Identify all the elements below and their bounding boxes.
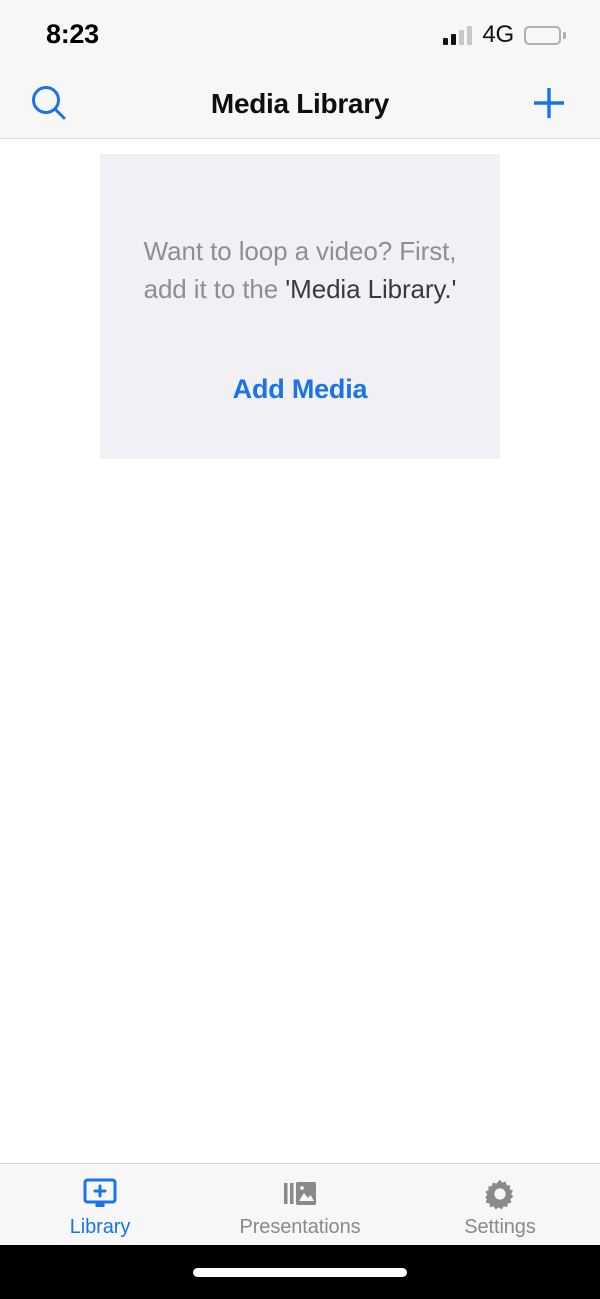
network-type-label: 4G — [482, 21, 514, 48]
tab-bar: Library Presentations Settings — [0, 1163, 600, 1245]
cellular-signal-icon — [443, 25, 473, 45]
tab-presentations-label: Presentations — [239, 1215, 361, 1238]
status-indicators: 4G — [443, 23, 566, 47]
add-button[interactable] — [504, 70, 594, 139]
tab-presentations[interactable]: Presentations — [200, 1164, 400, 1245]
tab-settings[interactable]: Settings — [400, 1164, 600, 1245]
phone-screen: 8:23 4G Media Library Want to loop a vid… — [0, 0, 600, 1299]
empty-state-card: Want to loop a video? First, add it to t… — [100, 154, 500, 459]
home-indicator[interactable] — [193, 1267, 407, 1277]
tab-library-label: Library — [69, 1215, 131, 1238]
monitor-plus-icon — [83, 1177, 117, 1211]
search-button[interactable] — [4, 70, 94, 139]
navigation-bar: Media Library — [0, 70, 600, 139]
add-media-button[interactable]: Add Media — [233, 374, 368, 405]
empty-state-message: Want to loop a video? First, add it to t… — [120, 232, 480, 308]
battery-icon — [524, 25, 566, 45]
status-time: 8:23 — [46, 18, 99, 49]
status-bar: 8:23 4G — [0, 0, 600, 70]
search-icon — [28, 82, 70, 127]
home-bar — [0, 1245, 600, 1299]
tab-settings-label: Settings — [464, 1215, 536, 1238]
tab-library[interactable]: Library — [0, 1164, 200, 1245]
plus-icon — [528, 82, 570, 127]
content-area: Want to loop a video? First, add it to t… — [0, 139, 600, 1163]
photo-stack-icon — [283, 1177, 317, 1211]
empty-state-message-emphasis: 'Media Library.' — [285, 274, 457, 304]
gear-icon — [484, 1177, 516, 1211]
